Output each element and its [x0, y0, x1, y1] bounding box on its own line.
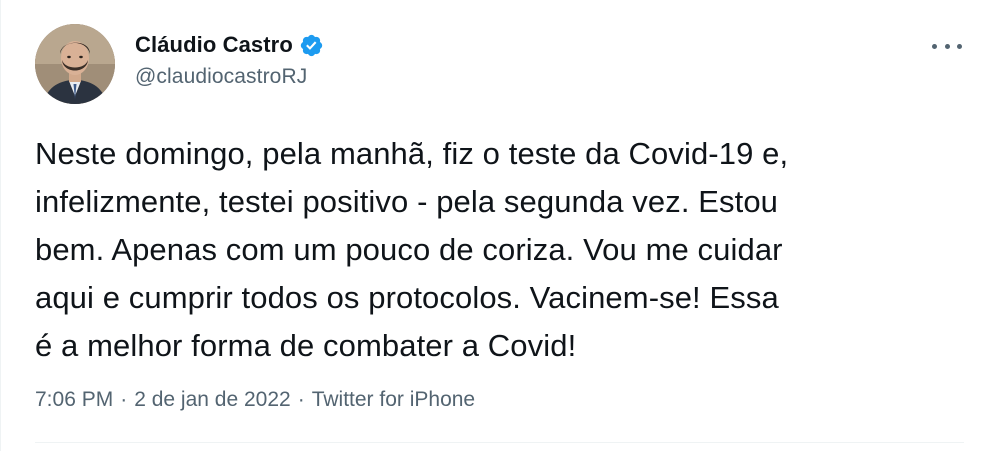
- tweet-date[interactable]: 2 de jan de 2022: [134, 388, 290, 412]
- more-dot: [932, 43, 937, 49]
- divider: [35, 442, 964, 443]
- more-dot: [957, 43, 962, 49]
- meta-separator: ·: [120, 388, 128, 411]
- verified-badge-icon: [299, 33, 324, 58]
- meta-separator: ·: [297, 388, 305, 411]
- tweet-text: Neste domingo, pela manhã, fiz o teste d…: [35, 136, 789, 363]
- tweet-card: Cláudio Castro @claudiocastroRJ Neste do…: [0, 0, 984, 451]
- author-avatar[interactable]: [35, 24, 115, 104]
- author-info: Cláudio Castro @claudiocastroRJ: [135, 30, 324, 89]
- author-name[interactable]: Cláudio Castro: [135, 32, 293, 58]
- author-name-row: Cláudio Castro: [135, 30, 324, 60]
- avatar-image: [35, 24, 115, 104]
- author-handle[interactable]: @claudiocastroRJ: [135, 65, 324, 89]
- more-options-icon[interactable]: [932, 36, 962, 56]
- tweet-source[interactable]: Twitter for iPhone: [312, 388, 475, 412]
- tweet-metadata: 7:06 PM · 2 de jan de 2022 · Twitter for…: [35, 388, 475, 412]
- tweet-time[interactable]: 7:06 PM: [35, 388, 113, 412]
- more-dot: [944, 43, 950, 49]
